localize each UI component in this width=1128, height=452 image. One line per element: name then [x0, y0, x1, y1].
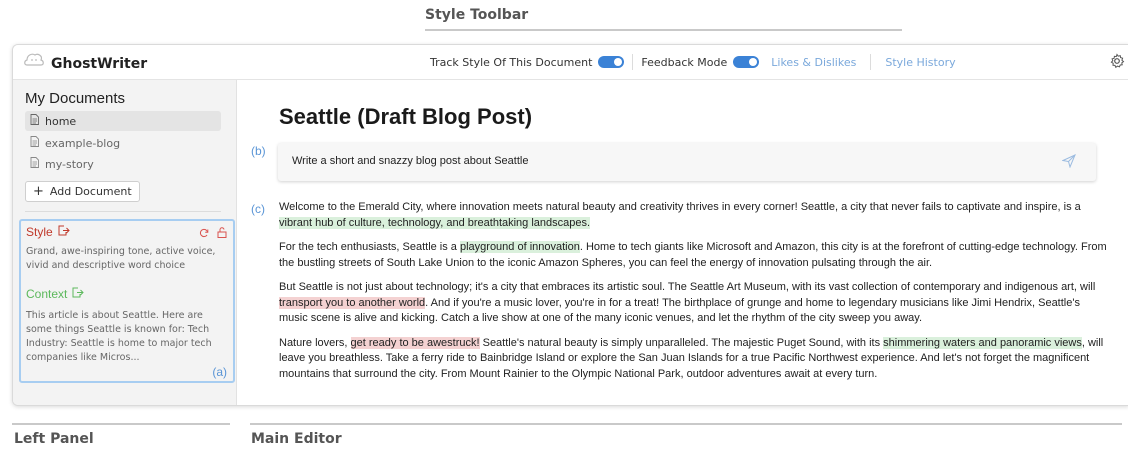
- liked-highlight[interactable]: vibrant hub of culture, technology, and …: [279, 216, 591, 229]
- app-window: GhostWriter Track Style Of This Document…: [12, 44, 1128, 406]
- caption-underline: [250, 423, 1122, 425]
- file-icon: [30, 157, 39, 171]
- style-heading: Style: [26, 225, 70, 239]
- paragraph[interactable]: For the tech enthusiasts, Seattle is a p…: [279, 240, 1109, 271]
- document-item-my-story[interactable]: my-story: [25, 154, 221, 174]
- file-icon: [30, 114, 39, 128]
- caption-underline: [12, 423, 230, 425]
- likes-dislikes-tab[interactable]: Likes & Dislikes: [771, 56, 856, 69]
- document-body[interactable]: Welcome to the Emerald City, where innov…: [279, 200, 1109, 391]
- plus-icon: +: [33, 184, 44, 199]
- track-style-toggle[interactable]: [598, 56, 625, 68]
- style-heading-label: Style: [26, 225, 53, 239]
- text-segment: Welcome to the Emerald City, where innov…: [279, 201, 1081, 213]
- style-actions: [199, 225, 227, 243]
- paragraph[interactable]: Welcome to the Emerald City, where innov…: [279, 200, 1109, 231]
- text-segment: But Seattle is not just about technology…: [279, 281, 1096, 293]
- file-icon: [30, 136, 39, 150]
- toolbar-divider: [632, 54, 634, 70]
- paragraph[interactable]: But Seattle is not just about technology…: [279, 280, 1109, 327]
- feedback-mode-toggle[interactable]: [733, 56, 760, 68]
- add-document-button[interactable]: + Add Document: [25, 181, 140, 202]
- top-bar: GhostWriter Track Style Of This Document…: [13, 45, 1128, 80]
- document-name: home: [45, 114, 77, 128]
- text-segment: Seattle's natural beauty is simply unpar…: [479, 336, 884, 349]
- liked-highlight[interactable]: playground of innovation: [459, 241, 580, 253]
- prompt-input[interactable]: Write a short and snazzy blog post about…: [292, 155, 528, 167]
- text-segment: For the tech enthusiasts, Seattle is a: [279, 241, 460, 253]
- style-toolbar: Track Style Of This Document Feedback Mo…: [430, 45, 956, 79]
- style-context-panel: Style Grand, awe-inspiring tone, active …: [19, 219, 235, 383]
- prompt-box[interactable]: Write a short and snazzy blog post about…: [278, 143, 1096, 181]
- document-name: example-blog: [45, 136, 121, 150]
- disliked-highlight[interactable]: get ready to be awestruck!: [350, 336, 480, 349]
- left-panel: My Documents home example-blog my-story …: [13, 80, 237, 405]
- add-document-label: Add Document: [49, 185, 132, 198]
- feedback-mode-label: Feedback Mode: [641, 55, 728, 69]
- text-segment: Nature lovers,: [279, 336, 351, 349]
- edit-style-icon[interactable]: [58, 225, 70, 239]
- app-logo[interactable]: GhostWriter: [23, 51, 147, 76]
- paragraph[interactable]: Nature lovers, get ready to be awestruck…: [279, 336, 1109, 383]
- annotation-b: (b): [251, 144, 266, 158]
- edit-context-icon[interactable]: [72, 287, 85, 301]
- document-item-home[interactable]: home: [25, 111, 221, 131]
- context-heading: Context: [26, 287, 85, 301]
- refresh-icon[interactable]: [199, 225, 209, 243]
- style-toolbar-caption: Style Toolbar: [425, 7, 529, 23]
- document-name: my-story: [45, 157, 94, 171]
- document-item-example-blog[interactable]: example-blog: [25, 133, 221, 153]
- left-panel-caption: Left Panel: [14, 431, 94, 447]
- sidebar-divider: [25, 211, 221, 212]
- disliked-highlight[interactable]: transport you to another world: [279, 296, 426, 309]
- unlock-icon[interactable]: [217, 225, 227, 243]
- context-description: This article is about Seattle. Here are …: [26, 310, 212, 363]
- track-style-label: Track Style Of This Document: [430, 55, 593, 69]
- annotation-c: (c): [251, 202, 265, 216]
- gear-icon[interactable]: [1109, 53, 1125, 74]
- app-name: GhostWriter: [51, 55, 148, 72]
- context-heading-label: Context: [26, 287, 68, 301]
- ghost-icon: [23, 51, 45, 76]
- style-description: Grand, awe-inspiring tone, active voice,…: [26, 246, 216, 271]
- caption-underline: [425, 29, 902, 31]
- main-editor: Seattle (Draft Blog Post) (b) Write a sh…: [237, 80, 1128, 405]
- my-documents-title: My Documents: [25, 90, 126, 107]
- main-editor-caption: Main Editor: [251, 431, 342, 447]
- toolbar-divider: [870, 54, 872, 70]
- liked-highlight[interactable]: shimmering waters and panoramic views: [883, 336, 1082, 349]
- document-title[interactable]: Seattle (Draft Blog Post): [279, 104, 532, 130]
- style-history-tab[interactable]: Style History: [885, 56, 955, 69]
- annotation-a: (a): [212, 365, 227, 379]
- send-icon[interactable]: [1061, 154, 1076, 173]
